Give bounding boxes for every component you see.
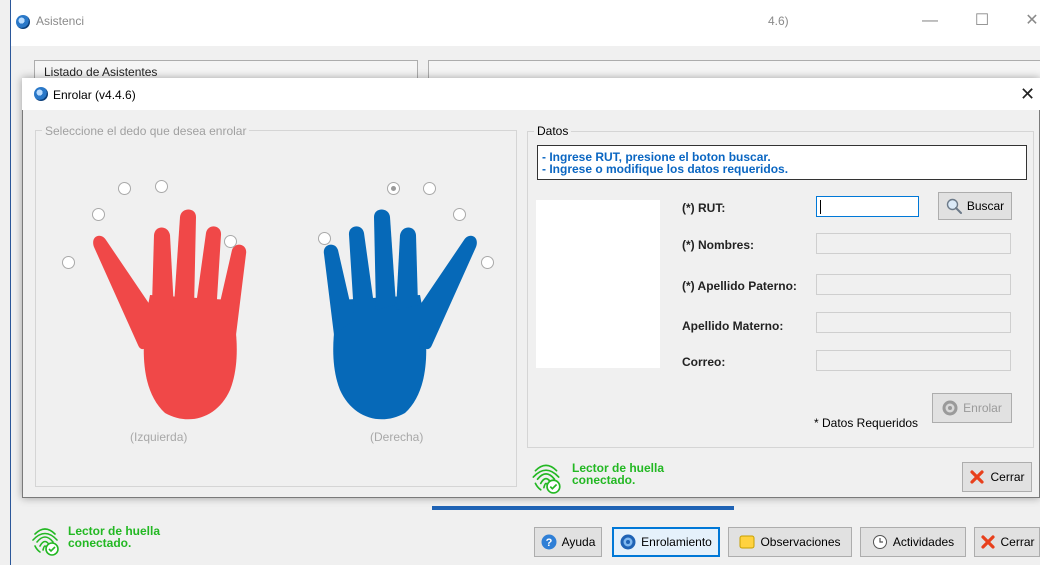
maximize-icon[interactable]: ☐ (970, 10, 994, 34)
enrollment-icon (620, 534, 636, 550)
svg-text:?: ? (545, 537, 552, 549)
radio-right-ring[interactable] (387, 182, 400, 195)
right-hand-icon (323, 209, 477, 420)
help-label: Ayuda (561, 535, 596, 549)
left-hand-caption: (Izquierda) (130, 430, 188, 444)
dialog-close-button[interactable]: Cerrar (962, 462, 1032, 492)
activities-button[interactable]: Actividades (860, 527, 966, 557)
minimize-icon[interactable]: — (918, 10, 942, 34)
apellido-paterno-label: (*) Apellido Paterno: (682, 279, 797, 293)
main-window-titlebar (10, 0, 1040, 46)
enroll-button[interactable]: Enrolar (932, 393, 1012, 423)
radio-left-index[interactable] (92, 208, 105, 221)
note-icon (739, 535, 755, 549)
apellido-materno-field[interactable] (816, 312, 1011, 333)
radio-right-middle[interactable] (423, 182, 436, 195)
dialog-fingerprint-status-line2: conectado. (572, 473, 636, 487)
observations-button[interactable]: Observaciones (728, 527, 852, 557)
cancel-x-icon (980, 535, 995, 549)
correo-label: Correo: (682, 355, 726, 369)
text-caret (820, 200, 821, 214)
enrollment-button[interactable]: Enrolamiento (612, 527, 720, 557)
main-close-button[interactable]: Cerrar (974, 527, 1040, 557)
correo-field[interactable] (816, 350, 1011, 371)
fingerprint-status-line2: conectado. (68, 536, 132, 550)
right-hand-caption: (Derecha) (370, 430, 424, 444)
dialog-cancel-x-icon (970, 470, 985, 484)
instruction-line-2: - Ingrese o modifique los datos requerid… (542, 162, 789, 176)
radio-left-thumb[interactable] (62, 256, 75, 269)
fingerprint-icon (32, 528, 59, 556)
radio-left-ring[interactable] (155, 180, 168, 193)
photo-placeholder (536, 200, 660, 368)
dialog-titlebar (22, 78, 1040, 110)
search-button[interactable]: Buscar (938, 192, 1012, 220)
blue-strip (432, 506, 734, 510)
datos-legend: Datos (534, 124, 572, 138)
enroll-label: Enrolar (963, 401, 1002, 415)
rut-label: (*) RUT: (682, 201, 726, 215)
dialog-close-icon[interactable]: ✕ (1020, 84, 1035, 105)
radio-left-middle[interactable] (118, 182, 131, 195)
help-icon: ? (541, 534, 557, 550)
nombres-label: (*) Nombres: (682, 238, 755, 252)
observations-label: Observaciones (760, 535, 841, 549)
main-close-label: Cerrar (1000, 535, 1035, 549)
radio-right-thumb[interactable] (481, 256, 494, 269)
main-window-version: 4.6) (768, 14, 789, 28)
apellido-materno-label: Apellido Materno: (682, 319, 784, 333)
help-button[interactable]: ? Ayuda (534, 527, 602, 557)
main-window-title: Asistenci (36, 14, 85, 28)
dialog-fingerprint-icon (532, 464, 561, 494)
search-icon (946, 198, 962, 214)
enrollment-label: Enrolamiento (641, 535, 712, 549)
app-icon (16, 15, 30, 29)
activities-label: Actividades (892, 535, 955, 549)
radio-right-pinky[interactable] (318, 232, 331, 245)
finger-group-label: Seleccione el dedo que desea enrolar (42, 124, 250, 138)
dialog-close-label: Cerrar (990, 470, 1025, 484)
enroll-icon (942, 400, 958, 416)
dialog-title: Enrolar (v4.4.6) (53, 88, 136, 102)
rut-input[interactable] (816, 196, 919, 217)
left-hand-icon (93, 209, 247, 420)
dialog-app-icon (34, 87, 48, 101)
required-note: * Datos Requeridos (814, 416, 919, 430)
search-label: Buscar (966, 199, 1005, 213)
clock-icon (872, 535, 887, 549)
radio-left-pinky[interactable] (224, 235, 237, 248)
nombres-field[interactable] (816, 233, 1011, 254)
close-icon[interactable]: ✕ (1020, 10, 1040, 34)
radio-right-index[interactable] (453, 208, 466, 221)
list-header-label: Listado de Asistentes (44, 65, 158, 79)
apellido-paterno-field[interactable] (816, 274, 1011, 295)
